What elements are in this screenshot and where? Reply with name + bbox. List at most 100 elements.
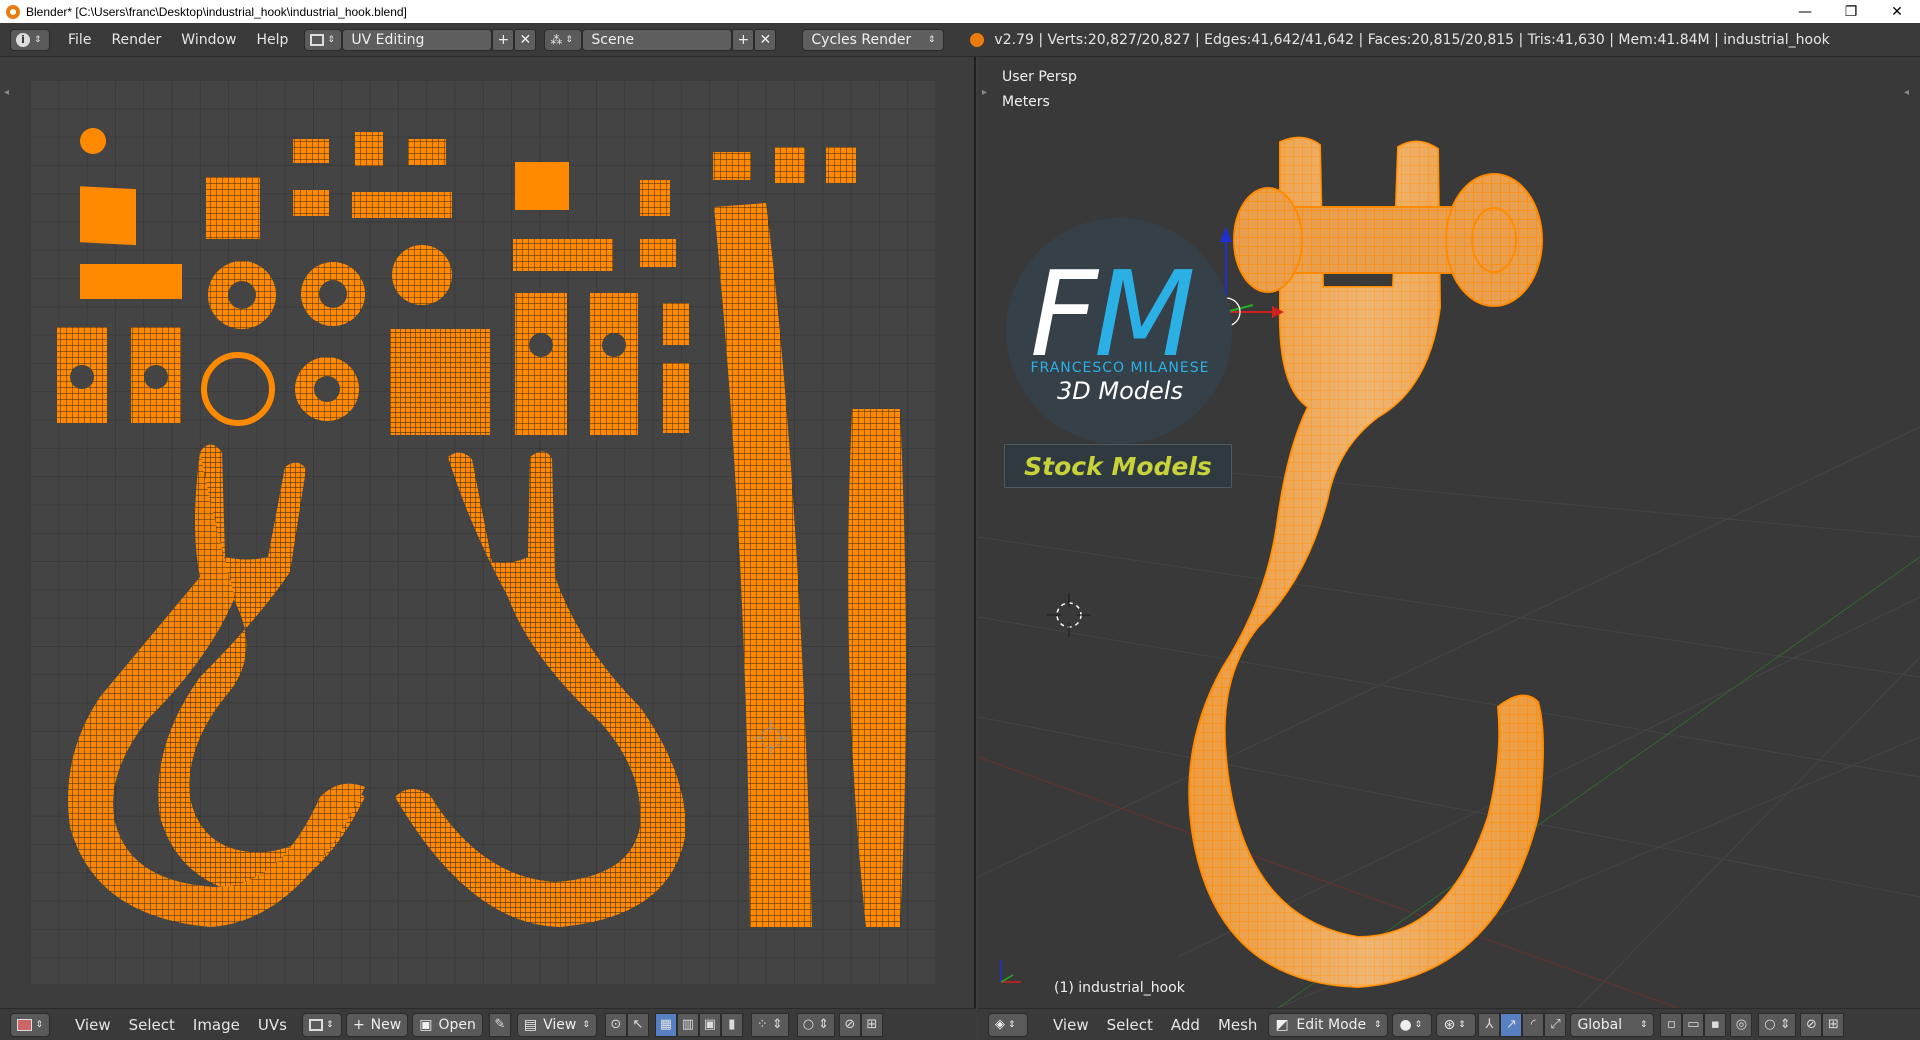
viewport-shading-dropdown[interactable]: ● ⇕	[1392, 1012, 1433, 1037]
uv-island[interactable]	[201, 352, 275, 426]
uv-island[interactable]	[319, 280, 347, 308]
manipulator-toggle-icon[interactable]: ⅄	[1478, 1012, 1501, 1037]
uv-island[interactable]	[80, 186, 136, 246]
uv-island[interactable]	[848, 409, 906, 927]
uv-island[interactable]	[206, 177, 260, 239]
interaction-mode-dropdown[interactable]: ◩ Edit Mode ⇕	[1268, 1012, 1389, 1037]
uv-island[interactable]	[513, 239, 613, 271]
uv-island[interactable]	[228, 281, 256, 309]
hook-nut[interactable]	[1445, 173, 1543, 307]
screen-layout-menu-button[interactable]: ⇕	[304, 28, 343, 51]
close-button[interactable]: ✕	[1874, 0, 1920, 23]
proportional-edit-icon[interactable]: ○ ⇕	[796, 1012, 835, 1037]
uv-island[interactable]	[314, 376, 340, 402]
uv-menu-image[interactable]: Image	[184, 1016, 249, 1034]
uv-island[interactable]	[529, 333, 553, 357]
delete-scene-button[interactable]: ✕	[754, 28, 777, 51]
scale-manipulator-icon[interactable]: ⤢	[1544, 1012, 1567, 1037]
face-select-mode-icon[interactable]: ▪	[1704, 1012, 1727, 1037]
new-image-button[interactable]: + New	[345, 1012, 409, 1037]
uv-island[interactable]	[352, 192, 452, 218]
uv-island[interactable]	[590, 293, 638, 435]
scene-field[interactable]: Scene	[582, 28, 733, 51]
uv-island[interactable]	[663, 363, 689, 433]
uv-island[interactable]	[515, 293, 567, 435]
uv-island[interactable]	[826, 147, 856, 183]
proportional-edit-icon[interactable]: ○ ⇕	[1758, 1012, 1797, 1037]
pivot-icon[interactable]: ⊙	[604, 1012, 627, 1037]
menu-help[interactable]: Help	[246, 32, 298, 48]
uv-island[interactable]	[775, 147, 805, 183]
rotate-manipulator-icon[interactable]: ◜	[1522, 1012, 1545, 1037]
menu-window[interactable]: Window	[171, 32, 246, 48]
vertex-select-icon[interactable]: ▦	[654, 1012, 677, 1037]
transform-orientation-dropdown[interactable]: Global ⇕	[1570, 1012, 1655, 1037]
minimize-button[interactable]: —	[1782, 0, 1828, 23]
uv-menu-uvs[interactable]: UVs	[249, 1016, 296, 1034]
3d-menu-view[interactable]: View	[1044, 1016, 1098, 1034]
editor-type-uv-button[interactable]: ⇕	[10, 1012, 50, 1037]
uv-island[interactable]	[144, 365, 168, 389]
axis-gizmo	[1000, 960, 1021, 983]
uv-island[interactable]	[395, 451, 686, 927]
sticky-select-icon[interactable]: ⁘ ⇕	[750, 1012, 789, 1037]
3d-menu-add[interactable]: Add	[1162, 1016, 1209, 1034]
face-select-icon[interactable]: ▣	[698, 1012, 721, 1037]
uv-island[interactable]	[80, 264, 182, 299]
uv-island[interactable]	[713, 152, 751, 180]
menu-file[interactable]: File	[58, 32, 101, 48]
chevron-updown-icon: ⇕	[1639, 1019, 1648, 1030]
viewport-scene[interactable]	[978, 57, 1920, 1008]
2d-cursor-icon[interactable]	[751, 718, 791, 758]
uv-island[interactable]	[714, 203, 812, 927]
open-image-button[interactable]: ▣ Open	[412, 1012, 483, 1037]
uv-island[interactable]	[293, 139, 329, 163]
restore-button[interactable]: ❐	[1828, 0, 1874, 23]
uv-island[interactable]	[355, 132, 383, 166]
3d-viewport[interactable]: ▸ ◂ User Persp Meters (1) industrial_hoo…	[978, 57, 1920, 1008]
cursor-select-icon[interactable]: ↖	[626, 1012, 649, 1037]
island-select-icon[interactable]: ▮	[720, 1012, 743, 1037]
uv-island[interactable]	[640, 180, 670, 216]
limit-selection-icon[interactable]: ◎	[1730, 1012, 1753, 1037]
edge-select-mode-icon[interactable]: ▭	[1682, 1012, 1705, 1037]
uv-island[interactable]	[390, 329, 490, 435]
view-mode-dropdown[interactable]: ▤ View ⇕	[516, 1012, 597, 1037]
uv-island[interactable]	[515, 162, 569, 210]
editor-type-3d-button[interactable]: ◈ ⇕	[988, 1012, 1028, 1037]
uv-island[interactable]	[70, 365, 94, 389]
edge-select-icon[interactable]: ▥	[676, 1012, 699, 1037]
3d-cursor-icon[interactable]	[1047, 593, 1091, 637]
add-screen-button[interactable]: +	[492, 28, 515, 51]
hook-pin-head[interactable]	[1233, 187, 1303, 293]
uv-islands[interactable]	[0, 57, 976, 1008]
uv-image-editor[interactable]: ◂	[0, 57, 976, 1008]
screen-layout-field[interactable]: UV Editing	[342, 28, 493, 51]
snap-icon[interactable]: ⊘	[838, 1012, 861, 1037]
editor-type-info-button[interactable]: i ⇕	[10, 28, 50, 51]
add-scene-button[interactable]: +	[732, 28, 755, 51]
snap-target-icon[interactable]: ⊞	[860, 1012, 883, 1037]
render-engine-dropdown[interactable]: Cycles Render ⇕	[802, 28, 945, 51]
pin-icon[interactable]: ✎	[488, 1012, 511, 1037]
uv-menu-view[interactable]: View	[66, 1016, 120, 1034]
pivot-point-dropdown[interactable]: ⊛ ⇕	[1436, 1012, 1477, 1037]
delete-screen-button[interactable]: ✕	[514, 28, 537, 51]
uv-island[interactable]	[408, 139, 446, 165]
uv-island[interactable]	[80, 128, 106, 154]
image-browse-button[interactable]: ⇕	[301, 1012, 342, 1037]
uv-island[interactable]	[640, 239, 676, 267]
translate-manipulator-icon[interactable]: ↗	[1500, 1012, 1523, 1037]
uv-island[interactable]	[392, 245, 452, 305]
uv-island[interactable]	[293, 190, 329, 216]
scene-menu-button[interactable]: ⁂ ⇕	[544, 28, 583, 51]
3d-menu-select[interactable]: Select	[1098, 1016, 1162, 1034]
uv-island[interactable]	[663, 303, 689, 345]
snap-icon[interactable]: ⊘	[1800, 1012, 1823, 1037]
vertex-select-mode-icon[interactable]: ▫	[1660, 1012, 1683, 1037]
uv-island[interactable]	[602, 333, 626, 357]
menu-render[interactable]: Render	[101, 32, 171, 48]
snap-element-icon[interactable]: ⊞	[1822, 1012, 1845, 1037]
3d-menu-mesh[interactable]: Mesh	[1209, 1016, 1267, 1034]
uv-menu-select[interactable]: Select	[120, 1016, 184, 1034]
